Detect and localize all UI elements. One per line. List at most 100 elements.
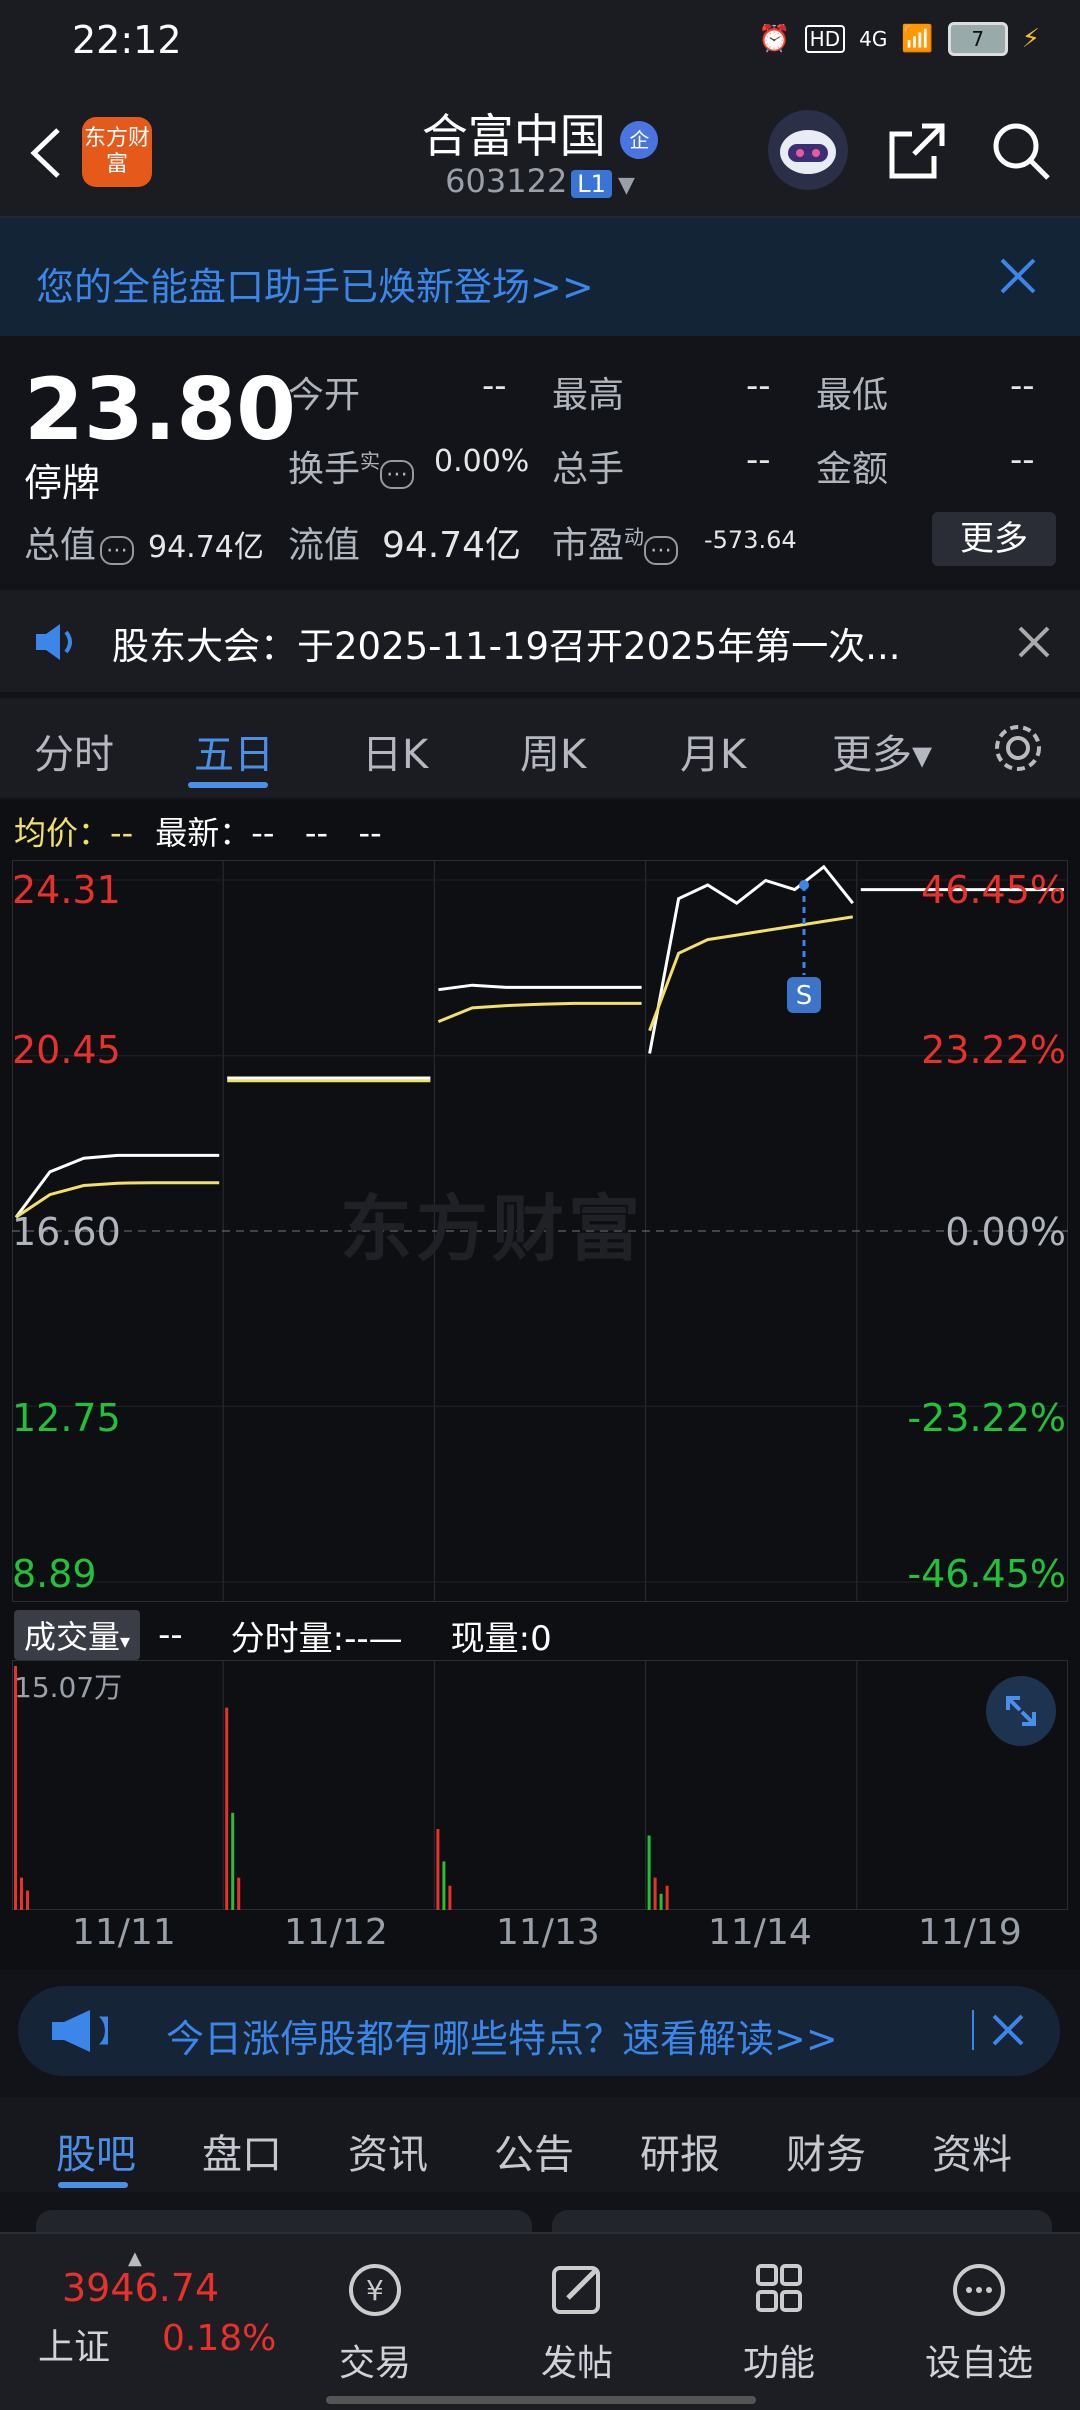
tab-announcements[interactable]: 公告	[494, 2122, 574, 2180]
tab-news[interactable]: 资讯	[348, 2122, 428, 2180]
hd-icon: HD	[804, 25, 846, 53]
stock-name: 合富中国	[421, 109, 606, 163]
total-value-label: 总值 ⋯	[24, 516, 135, 568]
active-tab-indicator	[58, 2182, 128, 2188]
tab-guba[interactable]: 股吧	[56, 2122, 136, 2180]
volume-bar	[665, 1885, 669, 1910]
status-time: 22:12	[72, 18, 182, 62]
amount-value: --	[1010, 440, 1035, 480]
more-button[interactable]: 更多	[932, 512, 1056, 566]
tab-weekly-k[interactable]: 周K	[520, 722, 586, 780]
index-value: 3946.74	[62, 2266, 220, 2310]
promo-banner[interactable]: 】 今日涨停股都有哪些特点？速看解读>>	[18, 1986, 1060, 2076]
volume-bar	[442, 1861, 446, 1910]
tab-daily-k[interactable]: 日K	[362, 722, 428, 780]
y-tick-left-1: 20.45	[12, 1028, 121, 1072]
expand-icon[interactable]	[986, 1676, 1056, 1746]
pe-label: 市盈动⋯	[552, 516, 679, 568]
volume-bar	[647, 1835, 651, 1910]
y-tick-left-4: 8.89	[12, 1552, 97, 1596]
close-icon[interactable]	[972, 2010, 1028, 2050]
volume-header: 成交量▾ -- 分时量:--— 现量:0	[14, 1610, 552, 1660]
tab-five-day[interactable]: 五日	[194, 722, 274, 780]
signal-icon: 4G	[859, 27, 888, 51]
pe-sup: 动	[624, 525, 645, 549]
function-button[interactable]: 功能	[714, 2258, 844, 2386]
float-value: 94.74亿	[382, 525, 522, 566]
tab-intraday[interactable]: 分时	[34, 722, 114, 780]
charging-icon: ⚡	[1021, 24, 1040, 54]
post-label: 发帖	[540, 2343, 613, 2384]
x-tick-2: 11/13	[496, 1912, 600, 1953]
y-tick-right-4: -46.45%	[907, 1552, 1066, 1596]
tab-research[interactable]: 研报	[640, 2122, 720, 2180]
volume-selector-label: 成交量	[24, 1618, 121, 1656]
tab-finance[interactable]: 财务	[786, 2122, 866, 2180]
volume-selector[interactable]: 成交量▾	[14, 1610, 141, 1660]
svg-text:】: 】	[98, 2015, 128, 2050]
turnover-sup: 实	[360, 449, 381, 473]
info-icon[interactable]: ⋯	[644, 536, 679, 565]
volume-bar	[26, 1890, 29, 1910]
trading-status: 停牌	[24, 461, 101, 505]
settings-icon[interactable]	[990, 720, 1046, 776]
turnover-value: 0.00%	[434, 444, 530, 479]
volume-bar	[653, 1877, 657, 1910]
low-value: --	[1010, 366, 1035, 406]
tab-monthly-k[interactable]: 月K	[680, 722, 746, 780]
open-label: 今开	[288, 375, 361, 416]
index-widget[interactable]: ▲ 3946.74 上证 0.18%	[38, 2248, 278, 2386]
avg-line-day-3	[648, 915, 854, 1032]
post-button[interactable]: 发帖	[512, 2258, 642, 2386]
index-name: 上证	[38, 2327, 111, 2368]
close-icon[interactable]	[1016, 624, 1052, 660]
tick-volume-value: --—	[344, 1618, 403, 1659]
volume-value: --	[158, 1615, 183, 1655]
price-line-day-2	[438, 983, 642, 992]
search-icon[interactable]	[988, 118, 1054, 184]
current-volume-label: 现量:	[450, 1618, 531, 1659]
latest-label: 最新：	[155, 814, 252, 852]
status-icons: ⏰ HD 4G 📶 7 ⚡	[758, 22, 1040, 56]
pe-label-text: 市盈	[552, 525, 625, 566]
add-watchlist-button[interactable]: 设自选	[914, 2258, 1044, 2386]
tab-profile[interactable]: 资料	[932, 2122, 1012, 2180]
info-icon[interactable]: ⋯	[380, 460, 415, 489]
close-icon[interactable]	[998, 256, 1038, 296]
share-icon[interactable]	[884, 118, 950, 184]
post-icon	[552, 2266, 600, 2314]
trade-icon: ¥	[349, 2264, 401, 2316]
robot-assistant-icon[interactable]	[768, 110, 848, 190]
assistant-banner[interactable]: 您的全能盘口助手已焕新登场>>	[0, 218, 1080, 336]
enterprise-badge: 企	[620, 120, 659, 159]
alarm-icon: ⏰	[758, 24, 791, 54]
tab-pankou[interactable]: 盘口	[202, 2122, 282, 2180]
price-line-day-0	[14, 1153, 220, 1219]
current-price: 23.80	[24, 360, 297, 460]
avg-value: --	[110, 814, 134, 852]
volume-label: 总手	[552, 449, 625, 490]
avg-label: 均价：	[14, 814, 111, 852]
content-card-edge	[552, 2210, 1052, 2232]
caret-down-icon: ▼	[617, 173, 635, 198]
trade-button[interactable]: ¥ 交易	[310, 2258, 440, 2386]
y-tick-left-0: 24.31	[12, 868, 121, 912]
chart-legend: 均价：-- 最新：-- -- --	[14, 808, 382, 854]
notice-bar[interactable]: 股东大会：于2025-11-19召开2025年第一次...	[0, 590, 1080, 692]
index-change: 0.18%	[162, 2318, 277, 2359]
sell-marker-label: S	[796, 981, 813, 1011]
volume-max-label: 15.07万	[14, 1671, 123, 1704]
home-indicator	[326, 2396, 756, 2404]
watermark: 东方财富	[340, 1187, 645, 1271]
megaphone-icon: 】	[46, 2008, 146, 2054]
latest-values: -- -- --	[251, 814, 382, 852]
tab-more[interactable]: 更多▾	[832, 722, 932, 780]
amount-label: 金额	[816, 449, 889, 490]
info-icon[interactable]: ⋯	[100, 536, 135, 565]
y-tick-right-1: 23.22%	[921, 1028, 1066, 1072]
add-watchlist-label: 设自选	[924, 2343, 1033, 2384]
function-label: 功能	[742, 2343, 815, 2384]
open-value: --	[482, 366, 507, 406]
volume-chart[interactable]	[12, 1660, 1068, 1910]
volume-bar	[448, 1885, 452, 1910]
